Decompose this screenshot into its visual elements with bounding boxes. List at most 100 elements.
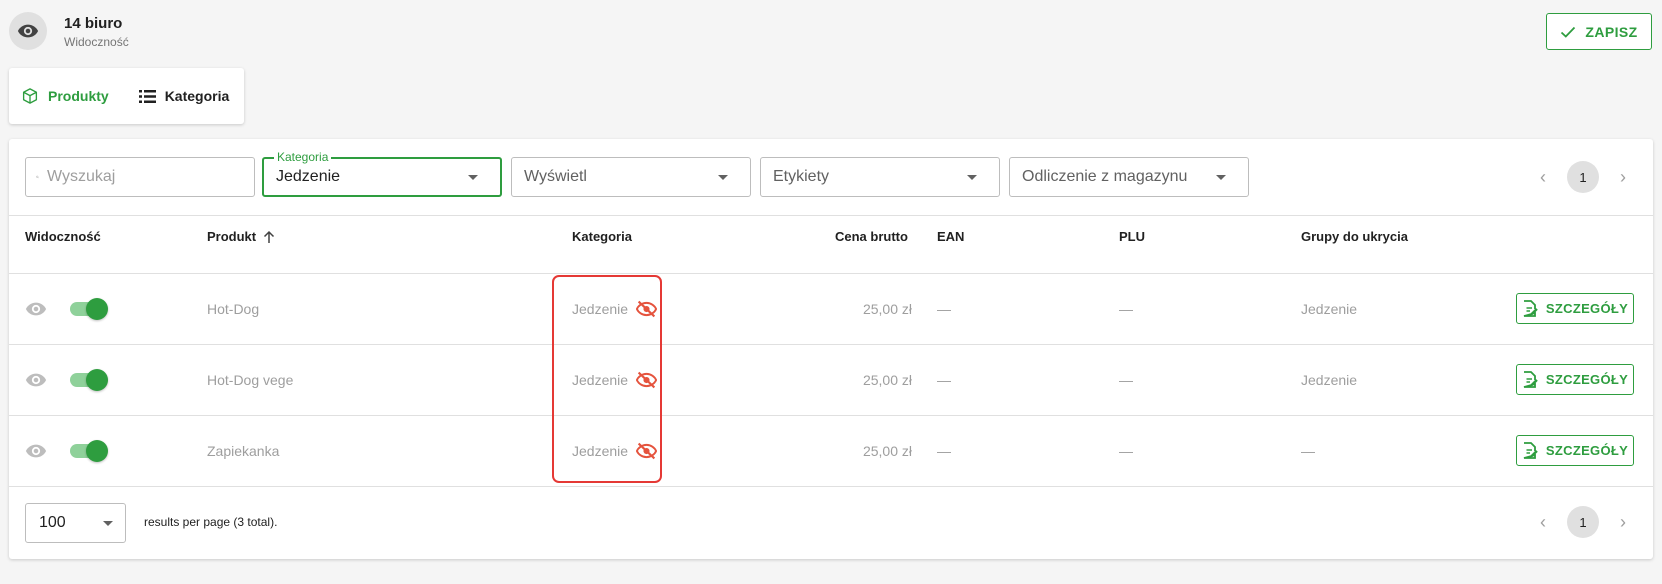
table-row: Zapiekanka Jedzenie 25,00 zł — — — SZCZE…: [9, 415, 1653, 486]
stock-deduction-select-value: Odliczenie z magazynu: [1022, 168, 1188, 185]
groups-to-hide: —: [1301, 442, 1315, 459]
tab-products-label: Produkty: [48, 88, 109, 104]
edit-document-icon: [1523, 300, 1538, 317]
table-row: Hot-Dog vege Jedzenie 25,00 zł — — Jedze…: [9, 344, 1653, 415]
plu: —: [1119, 371, 1133, 388]
action-cell: SZCZEGÓŁY: [1516, 415, 1634, 486]
eye-icon: [17, 24, 39, 38]
eye-icon: [25, 444, 47, 457]
products-card: Kategoria Jedzenie Wyświetl Etykiety Odl…: [9, 139, 1653, 559]
category-cell: Jedzenie: [572, 415, 658, 486]
column-header-plu[interactable]: PLU: [1119, 229, 1145, 244]
groups-to-hide: Jedzenie: [1301, 300, 1358, 317]
eye-icon: [25, 373, 47, 386]
plu: —: [1119, 442, 1133, 459]
visibility-toggle-cell: [70, 415, 108, 486]
per-page-value: 100: [39, 514, 66, 531]
details-button-label: SZCZEGÓŁY: [1545, 372, 1629, 387]
search-input[interactable]: [39, 168, 254, 186]
page-number-button[interactable]: 1: [1567, 506, 1599, 538]
category-name: Jedzenie: [572, 371, 629, 388]
column-header-product-label: Produkt: [207, 229, 257, 244]
action-cell: SZCZEGÓŁY: [1516, 344, 1634, 415]
category-select-label: Kategoria: [274, 150, 332, 164]
column-header-ean[interactable]: EAN: [937, 229, 964, 244]
check-icon: [1561, 26, 1576, 38]
action-cell: SZCZEGÓŁY: [1516, 273, 1634, 344]
price: 25,00 zł: [862, 300, 912, 317]
details-button[interactable]: SZCZEGÓŁY: [1516, 364, 1634, 395]
page-subtitle: Widoczność: [64, 35, 129, 49]
details-button-label: SZCZEGÓŁY: [1545, 301, 1629, 316]
next-page-button[interactable]: ›: [1611, 165, 1635, 189]
visibility-eye: [25, 273, 47, 344]
tab-category-label: Kategoria: [164, 88, 230, 104]
toggle-knob: [86, 439, 108, 462]
tab-category[interactable]: Kategoria: [138, 68, 230, 124]
labels-select-value: Etykiety: [773, 168, 830, 185]
category-cell: Jedzenie: [572, 344, 658, 415]
page-title: 14 biuro: [64, 15, 123, 32]
visibility-eye: [25, 344, 47, 415]
caret-down-icon: [718, 174, 728, 180]
column-header-price[interactable]: Cena brutto: [835, 229, 908, 244]
list-icon: [138, 89, 156, 103]
category-name: Jedzenie: [572, 300, 629, 317]
edit-document-icon: [1523, 442, 1538, 459]
caret-down-icon: [1216, 174, 1226, 180]
cube-icon: [22, 88, 38, 104]
visibility-toggle-cell: [70, 273, 108, 344]
divider: [9, 486, 1653, 487]
category-select[interactable]: Kategoria Jedzenie: [262, 150, 502, 197]
caret-down-icon: [468, 174, 478, 180]
eye-off-icon: [636, 300, 658, 317]
column-header-product[interactable]: Produkt: [207, 229, 276, 244]
toggle-knob: [86, 297, 108, 320]
prev-page-button[interactable]: ‹: [1531, 165, 1555, 189]
eye-off-icon: [636, 442, 658, 459]
eye-icon: [25, 302, 47, 315]
next-page-button[interactable]: ›: [1611, 510, 1635, 534]
column-header-visibility[interactable]: Widoczność: [25, 229, 101, 244]
product-name: Hot-Dog: [207, 300, 260, 317]
pagination-top: ‹ 1 ›: [1531, 161, 1635, 193]
column-header-groups[interactable]: Grupy do ukrycia: [1301, 229, 1408, 244]
ean: —: [937, 442, 951, 459]
page-header: 14 biuro Widoczność ZAPISZ: [0, 0, 1662, 62]
ean: —: [937, 300, 951, 317]
tab-products[interactable]: Produkty: [21, 68, 109, 124]
category-name: Jedzenie: [572, 442, 629, 459]
show-select[interactable]: Wyświetl: [511, 157, 751, 197]
price: 25,00 zł: [862, 371, 912, 388]
ean: —: [937, 371, 951, 388]
plu: —: [1119, 300, 1133, 317]
category-select-value: Jedzenie: [276, 168, 341, 185]
arrow-up-icon: [264, 230, 275, 243]
groups-to-hide: Jedzenie: [1301, 371, 1358, 388]
toggle-knob: [86, 368, 108, 391]
category-cell: Jedzenie: [572, 273, 658, 344]
table-row: Hot-Dog Jedzenie 25,00 zł — — Jedzenie S…: [9, 273, 1653, 344]
price: 25,00 zł: [862, 442, 912, 459]
labels-select[interactable]: Etykiety: [760, 157, 1000, 197]
visibility-toggle[interactable]: [70, 297, 108, 320]
per-page-select[interactable]: 100: [25, 503, 126, 543]
details-button[interactable]: SZCZEGÓŁY: [1516, 435, 1634, 466]
page-number-button[interactable]: 1: [1567, 161, 1599, 193]
caret-down-icon: [103, 520, 113, 526]
visibility-toggle[interactable]: [70, 368, 108, 391]
results-summary: results per page (3 total).: [144, 515, 278, 529]
pagination-bottom: ‹ 1 ›: [1531, 506, 1635, 538]
visibility-toggle[interactable]: [70, 439, 108, 462]
divider: [9, 215, 1653, 216]
details-button[interactable]: SZCZEGÓŁY: [1516, 293, 1634, 324]
eye-off-icon: [636, 371, 658, 388]
product-name: Hot-Dog vege: [207, 371, 294, 388]
search-field[interactable]: [25, 157, 255, 197]
column-header-category[interactable]: Kategoria: [572, 229, 632, 244]
caret-down-icon: [967, 174, 977, 180]
stock-deduction-select[interactable]: Odliczenie z magazynu: [1009, 157, 1249, 197]
view-tabs: Produkty Kategoria: [9, 68, 244, 124]
save-button[interactable]: ZAPISZ: [1546, 13, 1652, 50]
prev-page-button[interactable]: ‹: [1531, 510, 1555, 534]
